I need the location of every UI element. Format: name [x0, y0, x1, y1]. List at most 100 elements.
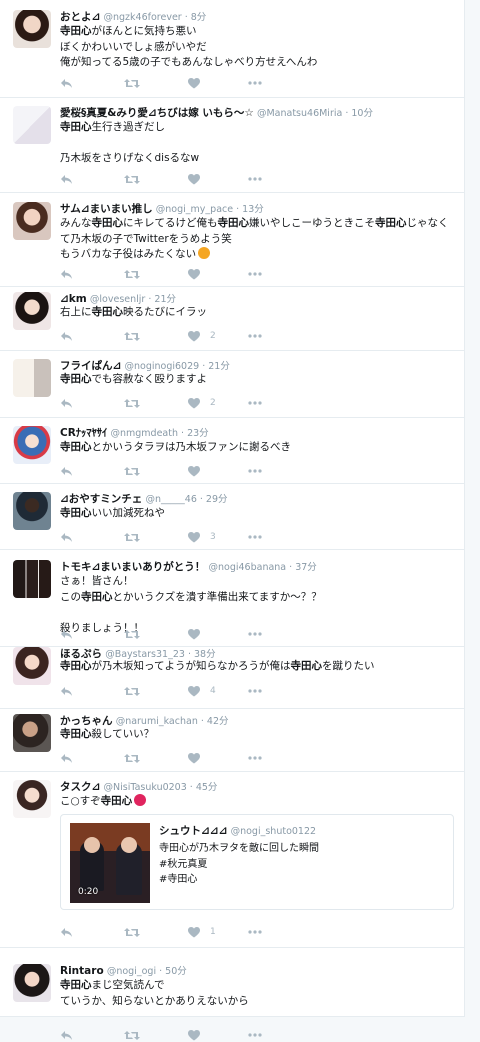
more-button[interactable]: [248, 751, 262, 765]
retweet-button[interactable]: [124, 267, 140, 281]
more-button[interactable]: [248, 464, 262, 478]
like-button[interactable]: [188, 1028, 210, 1042]
avatar[interactable]: [13, 780, 51, 818]
like-button[interactable]: [188, 751, 210, 765]
more-button[interactable]: [248, 76, 262, 90]
reply-button[interactable]: [60, 751, 73, 765]
retweet-button[interactable]: [124, 684, 140, 698]
avatar[interactable]: [13, 292, 51, 330]
tweet[interactable]: おとよ⊿ @ngzk46forever · 8分 寺田心がほんとに気持ち悪い ぼく…: [0, 0, 464, 98]
avatar[interactable]: [13, 647, 51, 685]
tweet[interactable]: フライぱん⊿ @noginogi6029 · 21分 寺田心でも容赦なく殴りますよ…: [0, 351, 464, 418]
retweet-button[interactable]: [124, 627, 140, 641]
more-button[interactable]: [248, 267, 262, 281]
display-name[interactable]: サム⊿まいまい推し: [60, 203, 153, 215]
retweet-button[interactable]: [124, 172, 140, 186]
avatar[interactable]: [13, 964, 51, 1002]
user-handle[interactable]: @Manatsu46Miria: [257, 108, 342, 119]
retweet-button[interactable]: [124, 329, 140, 343]
user-handle[interactable]: @nmgmdeath: [110, 428, 178, 439]
user-handle[interactable]: @ngzk46forever: [104, 12, 182, 23]
user-handle[interactable]: @lovesenljr: [90, 294, 145, 305]
tweet[interactable]: ほるぷら @Baystars31_23 · 38分 寺田心が乃木坂知ってようが知ら…: [0, 647, 464, 709]
user-handle[interactable]: @nogi_my_pace: [156, 204, 233, 215]
like-button[interactable]: 3: [188, 530, 216, 544]
retweet-button[interactable]: [124, 751, 140, 765]
display-name[interactable]: トモキ⊿まいまいありがとう！: [60, 561, 205, 573]
timestamp[interactable]: 29分: [206, 494, 228, 505]
like-button[interactable]: 2: [188, 396, 216, 410]
avatar[interactable]: [13, 202, 51, 240]
like-button[interactable]: [188, 464, 210, 478]
timestamp[interactable]: 23分: [187, 428, 209, 439]
timestamp[interactable]: 42分: [207, 716, 229, 727]
display-name[interactable]: かっちゃん: [60, 715, 113, 727]
more-button[interactable]: [248, 396, 262, 410]
retweet-button[interactable]: [124, 1028, 140, 1042]
reply-button[interactable]: [60, 172, 73, 186]
timestamp[interactable]: 37分: [295, 562, 317, 573]
timestamp[interactable]: 21分: [208, 361, 230, 372]
avatar[interactable]: [13, 560, 51, 598]
display-name[interactable]: CRﾅｯﾏﾔｻｲ: [60, 427, 107, 439]
reply-button[interactable]: [60, 76, 73, 90]
tweet[interactable]: ⊿km @lovesenljr · 21分 右上に寺田心映るたびにイラッ 2: [0, 287, 464, 351]
retweet-button[interactable]: [124, 925, 140, 939]
reply-button[interactable]: [60, 267, 73, 281]
reply-button[interactable]: [60, 530, 73, 544]
display-name[interactable]: ⊿おやすミンチェ: [60, 493, 142, 505]
quoted-display-name[interactable]: シュウト⊿⊿⊿: [159, 825, 227, 837]
display-name[interactable]: タスク⊿: [60, 781, 100, 793]
timestamp[interactable]: 45分: [196, 782, 218, 793]
reply-button[interactable]: [60, 1028, 73, 1042]
reply-button[interactable]: [60, 396, 73, 410]
reply-button[interactable]: [60, 684, 73, 698]
avatar[interactable]: [13, 714, 51, 752]
more-button[interactable]: [248, 530, 262, 544]
user-handle[interactable]: @nogi46banana: [209, 562, 287, 573]
like-button[interactable]: [188, 76, 210, 90]
like-button[interactable]: 1: [188, 925, 216, 939]
user-handle[interactable]: @n_____46: [146, 494, 197, 505]
tweet[interactable]: Rintaro @nogi_ogi · 50分 寺田心まじ空気読んで ていうか、知…: [0, 948, 464, 1040]
display-name[interactable]: Rintaro: [60, 965, 104, 977]
video-thumbnail[interactable]: 0:20: [70, 823, 150, 903]
user-handle[interactable]: @NisiTasuku0203: [104, 782, 187, 793]
avatar[interactable]: [13, 426, 51, 464]
tweet[interactable]: サム⊿まいまい推し @nogi_my_pace · 13分 みんな寺田心にキレてる…: [0, 193, 464, 287]
more-button[interactable]: [248, 925, 262, 939]
retweet-button[interactable]: [124, 464, 140, 478]
avatar[interactable]: [13, 359, 51, 397]
display-name[interactable]: おとよ⊿: [60, 11, 100, 23]
quoted-user-handle[interactable]: @nogi_shuto0122: [231, 826, 316, 837]
display-name[interactable]: フライぱん⊿: [60, 360, 121, 372]
timestamp[interactable]: 21分: [154, 294, 176, 305]
user-handle[interactable]: @nogi_ogi: [107, 966, 156, 977]
more-button[interactable]: [248, 329, 262, 343]
avatar[interactable]: [13, 10, 51, 48]
display-name[interactable]: ⊿km: [60, 293, 87, 305]
reply-button[interactable]: [60, 464, 73, 478]
timestamp[interactable]: 50分: [165, 966, 187, 977]
avatar[interactable]: [13, 492, 51, 530]
tweet[interactable]: トモキ⊿まいまいありがとう！ @nogi46banana · 37分 さぁ！皆さん…: [0, 550, 464, 647]
user-handle[interactable]: @narumi_kachan: [116, 716, 198, 727]
timestamp[interactable]: 8分: [191, 12, 207, 23]
retweet-button[interactable]: [124, 396, 140, 410]
tweet[interactable]: ⊿おやすミンチェ @n_____46 · 29分 寺田心いい加減死ねや 3: [0, 484, 464, 550]
tweet[interactable]: かっちゃん @narumi_kachan · 42分 寺田心殺していい？: [0, 709, 464, 772]
more-button[interactable]: [248, 627, 262, 641]
retweet-button[interactable]: [124, 530, 140, 544]
like-button[interactable]: 4: [188, 684, 216, 698]
reply-button[interactable]: [60, 925, 73, 939]
tweet[interactable]: CRﾅｯﾏﾔｻｲ @nmgmdeath · 23分 寺田心とかいうタラヲは乃木坂フ…: [0, 418, 464, 484]
more-button[interactable]: [248, 1028, 262, 1042]
display-name[interactable]: 愛桜§真夏&みり愛⊿ちびは嫁 いもら〜☆: [60, 107, 254, 119]
like-button[interactable]: [188, 627, 210, 641]
quoted-tweet-card[interactable]: 0:20 シュウト⊿⊿⊿ @nogi_shuto0122 寺田心が乃木ヲタを敵に回し…: [60, 814, 454, 910]
like-button[interactable]: 2: [188, 329, 216, 343]
like-button[interactable]: [188, 172, 210, 186]
tweet[interactable]: 愛桜§真夏&みり愛⊿ちびは嫁 いもら〜☆ @Manatsu46Miria · 1…: [0, 98, 464, 193]
retweet-button[interactable]: [124, 76, 140, 90]
timestamp[interactable]: 13分: [242, 204, 264, 215]
